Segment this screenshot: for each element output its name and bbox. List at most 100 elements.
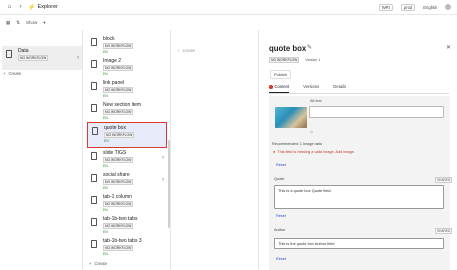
item-name: tab-1b-two tabs <box>103 216 138 222</box>
quote-label: Quote <box>274 177 285 181</box>
column-root: Data NO WORKFLOW › + Create <box>0 30 83 270</box>
workflow-badge: NO WORKFLOW <box>103 157 134 163</box>
workflow-badge: NO WORKFLOW <box>103 179 134 185</box>
create-label: Create <box>8 71 22 76</box>
workflow-badge: NO WORKFLOW <box>103 109 134 115</box>
top-bar: ⌂ › ⚡ Explorer WRI prod English <box>0 0 457 15</box>
item-name: slide TIGS <box>103 150 127 156</box>
column-data: block NO WORKFLOW EN Image 2 NO WORKFLOW… <box>83 30 171 270</box>
shared-badge: SHARED <box>435 177 453 183</box>
tab-label: Content <box>274 84 290 89</box>
document-icon <box>91 240 97 248</box>
tab-content[interactable]: Content <box>269 84 290 93</box>
language-status: EN <box>103 94 108 98</box>
prod-chip[interactable]: prod <box>400 3 416 11</box>
sub-bar: ▦ ⇅ Show ▾ <box>0 15 457 30</box>
scrollbar[interactable] <box>168 140 170 228</box>
filter-icon[interactable]: ▦ <box>6 20 10 26</box>
language-selector[interactable]: English <box>423 5 437 10</box>
item-name: New section item <box>103 102 142 108</box>
author-field[interactable]: This is the quote box Author field <box>274 238 444 249</box>
chevron-right-icon: › <box>162 177 164 183</box>
editor-tabs: Content Versions Details <box>269 84 449 94</box>
alt-text-label: Alt text <box>310 99 322 103</box>
language-status: EN <box>103 116 108 120</box>
item-name: block <box>103 36 115 42</box>
tab-details[interactable]: Details <box>333 84 346 93</box>
list-item[interactable]: tab-1b-two tabs 3 NO WORKFLOW EN <box>87 236 167 258</box>
error-icon: ● <box>273 150 276 154</box>
language-status: EN <box>103 164 108 168</box>
chevron-right-icon: › <box>19 4 22 10</box>
list-item[interactable]: link panel NO WORKFLOW EN <box>87 78 167 100</box>
workflow-badge: NO WORKFLOW <box>104 132 135 138</box>
chevron-right-icon: › <box>77 55 79 61</box>
alt-text-input[interactable] <box>309 106 444 118</box>
workflow-badge: NO WORKFLOW <box>103 43 134 49</box>
error-dot-icon <box>269 85 273 89</box>
chevron-down-icon: ▾ <box>43 19 46 25</box>
workflow-badge: NO WORKFLOW <box>18 55 49 61</box>
language-status: EN <box>103 186 108 190</box>
item-meta: NO WORKFLOW Version 1 <box>269 57 320 63</box>
reset-button[interactable]: Reset <box>276 163 286 167</box>
document-icon <box>91 174 97 182</box>
create-button[interactable]: + Create <box>89 261 107 266</box>
column-empty: + Create <box>171 30 259 270</box>
publish-button[interactable]: Publish <box>270 70 292 79</box>
reset-button[interactable]: Reset <box>276 214 286 218</box>
plus-icon: + <box>177 48 180 53</box>
language-status: EN <box>104 139 109 143</box>
workflow-badge: NO WORKFLOW <box>103 87 134 93</box>
item-name: tab-1 column <box>103 194 132 200</box>
image-options-icon[interactable]: ⌂ <box>310 129 313 135</box>
list-item-data[interactable]: Data NO WORKFLOW › <box>2 46 82 70</box>
document-icon <box>6 50 12 58</box>
list-item[interactable]: slide TIGS NO WORKFLOW EN › <box>87 148 167 170</box>
create-label: Create <box>94 261 108 266</box>
list-item[interactable]: tab-1 column NO WORKFLOW EN <box>87 192 167 214</box>
tab-versions[interactable]: Versions <box>303 84 319 93</box>
create-button[interactable]: + Create <box>3 71 21 76</box>
create-label: Create <box>182 48 196 53</box>
language-status: EN <box>103 72 108 76</box>
close-icon[interactable]: ✕ <box>446 44 451 51</box>
document-icon <box>91 218 97 226</box>
item-name: Image 2 <box>103 58 122 64</box>
language-status: EN <box>103 230 108 234</box>
list-item[interactable]: social share NO WORKFLOW EN › <box>87 170 167 192</box>
image-recommendation: Recommended: 1 Image ratio <box>272 142 323 146</box>
plus-icon: + <box>3 71 6 76</box>
workflow-badge: NO WORKFLOW <box>103 201 134 207</box>
item-name: Data <box>18 48 29 54</box>
sort-icon[interactable]: ⇅ <box>16 20 20 26</box>
list-item-quote-box[interactable]: quote box NO WORKFLOW EN <box>87 122 167 148</box>
avatar[interactable] <box>445 4 451 10</box>
create-button[interactable]: + Create <box>177 48 195 53</box>
reset-button[interactable]: Reset <box>276 257 286 261</box>
list-item[interactable]: tab-1b-two tabs NO WORKFLOW EN <box>87 214 167 236</box>
show-dropdown[interactable]: Show <box>26 20 37 25</box>
item-name: tab-1b-two tabs 3 <box>103 238 142 244</box>
document-icon <box>91 82 97 90</box>
workflow-badge: NO WORKFLOW <box>103 65 134 71</box>
env-chip[interactable]: WRI <box>378 3 393 11</box>
document-icon <box>91 152 97 160</box>
version-label: Version 1 <box>305 58 321 62</box>
plus-icon: + <box>89 261 92 266</box>
app-title: Explorer <box>37 4 58 10</box>
language-status: EN <box>103 252 108 256</box>
list-item[interactable]: Image 2 NO WORKFLOW EN <box>87 56 167 78</box>
chevron-right-icon: › <box>162 155 164 161</box>
pencil-icon[interactable]: ✎ <box>307 44 312 51</box>
explorer-logo-icon: ⚡ <box>28 4 36 11</box>
list-item[interactable]: New section item NO WORKFLOW EN <box>87 100 167 122</box>
quote-field[interactable]: This is a quote box Quote field. <box>274 185 444 209</box>
item-name: quote box <box>104 125 126 131</box>
home-icon[interactable]: ⌂ <box>6 4 13 11</box>
list-item[interactable]: block NO WORKFLOW EN <box>87 34 167 56</box>
shared-badge: SHARED <box>435 228 453 234</box>
image-thumbnail[interactable] <box>275 107 307 128</box>
document-icon <box>91 60 97 68</box>
error-text: This field is missing a valid image. Add… <box>277 150 355 154</box>
